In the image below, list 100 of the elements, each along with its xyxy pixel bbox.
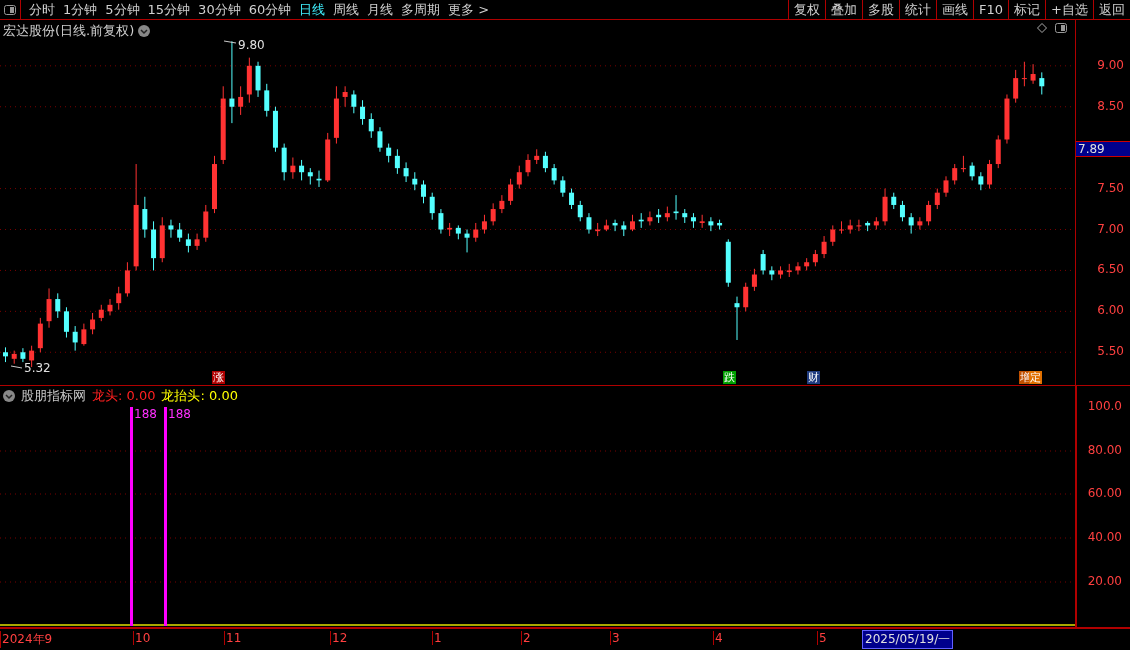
candle [55,292,61,319]
candle [63,306,69,339]
candle [647,211,653,226]
month-label: 4 [713,631,723,645]
panel-toggle-icon[interactable] [1055,23,1067,33]
signal-label: 188 [134,407,157,421]
candle [664,206,670,222]
candle [856,219,862,232]
month-label: 11 [224,631,242,645]
candle [987,159,993,190]
candle [917,216,923,230]
toolbar-button[interactable]: +自选 [1045,0,1093,19]
candle [1039,71,1045,95]
event-marker[interactable]: 涨 [212,371,225,384]
indicator-value: 龙抬头: 0.00 [161,387,238,405]
candle [804,257,810,271]
candle [516,165,522,190]
period-tab[interactable]: 5分钟 [101,0,144,19]
candle [542,151,548,173]
candle [107,298,113,316]
toolbar-button[interactable]: 返回 [1093,0,1130,19]
period-tab[interactable]: 15分钟 [143,0,195,19]
candle [447,222,453,237]
candle [830,224,836,247]
candle [212,155,217,214]
period-tab[interactable]: 60分钟 [244,0,296,19]
toolbar-button[interactable]: 标记 [1008,0,1046,19]
event-marker[interactable]: 财 [807,371,820,384]
dropdown-icon[interactable] [138,25,151,37]
candle [839,220,844,235]
candle [978,171,984,191]
candle [812,249,818,267]
toolbar-button[interactable]: F10 [973,0,1009,19]
period-tab[interactable]: 多周期 [397,0,445,19]
toolbar-button[interactable]: 复权 [788,0,826,19]
price-axis-label: 6.00 [1097,303,1124,318]
candle [795,261,801,275]
panel-toggle-icon[interactable] [4,4,16,15]
candle [717,219,723,230]
candle [725,238,731,288]
candle [72,325,78,352]
candle [952,163,958,185]
candle [630,214,635,232]
candle [124,261,130,298]
candle [734,296,740,341]
candle [46,287,52,329]
candle [194,233,200,251]
period-tab[interactable]: 周线 [329,0,364,19]
candle [560,175,566,198]
diamond-icon[interactable] [1037,23,1047,33]
candle [908,212,914,235]
candle [891,192,897,210]
toolbar-button[interactable]: 统计 [899,0,937,19]
dropdown-icon[interactable] [3,390,15,402]
price-axis-label: 8.50 [1097,98,1124,113]
candle [865,220,871,232]
candle [1030,63,1036,85]
indicator-axis-label: 80.00 [1087,443,1122,457]
indicator-axis-label: 40.00 [1087,530,1122,544]
candle [238,85,244,116]
candle [394,148,400,175]
toolbar-button[interactable]: 画线 [936,0,974,19]
period-tab[interactable]: 分时 [25,0,59,19]
month-label: 5 [817,631,827,645]
indicator-axis-label: 100.0 [1087,399,1122,413]
candle [3,346,8,363]
period-tab[interactable]: 日线 [295,0,330,19]
candle [821,235,827,259]
candle [177,222,183,243]
candle [969,161,975,181]
candle [264,83,270,118]
candle [1021,61,1027,87]
price-axis-label: 6.50 [1097,262,1124,277]
low-price-label: 5.32 [24,361,51,375]
candle [569,188,575,210]
month-label: 2 [521,631,531,645]
candle [325,132,331,183]
candle [203,204,209,243]
period-tab[interactable]: 更多 > [444,0,494,19]
candle [159,216,165,263]
candle [299,159,305,181]
period-tab[interactable]: 月线 [363,0,398,19]
candle [473,222,479,243]
toolbar-button[interactable]: 叠加 [825,0,863,19]
period-tab[interactable]: 1分钟 [59,0,102,19]
candle [708,216,714,232]
candle [638,212,644,229]
candle [168,219,174,239]
price-axis-label: 7.50 [1097,180,1124,195]
current-price-label: 7.89 [1076,141,1130,157]
candle [37,317,43,353]
period-tab[interactable]: 30分钟 [194,0,245,19]
candle [20,347,26,363]
candle [534,148,540,165]
toolbar-button[interactable]: 多股 [862,0,900,19]
candle [673,194,679,221]
price-axis-label: 7.00 [1097,221,1124,236]
month-label: 10 [133,631,151,645]
candle [429,192,435,221]
candle [386,143,392,163]
